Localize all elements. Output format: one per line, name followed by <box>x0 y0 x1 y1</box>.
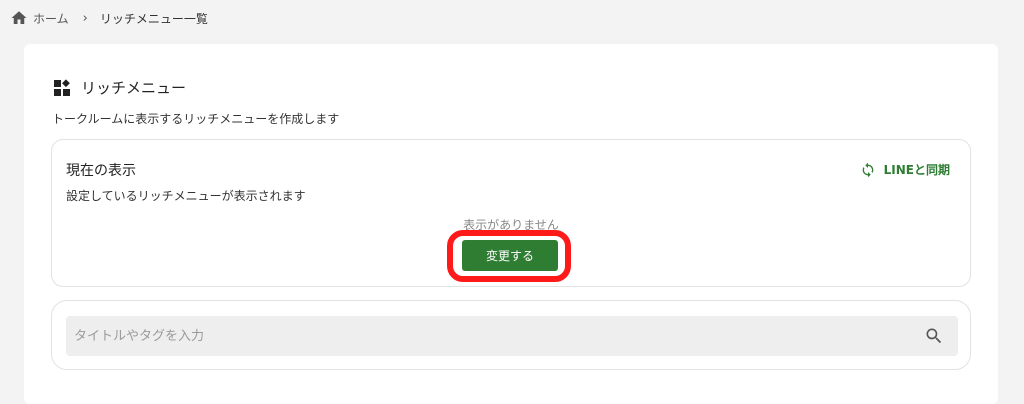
section-description: トークルームに表示するリッチメニューを作成します <box>52 112 340 126</box>
search-box <box>66 316 958 356</box>
breadcrumb: ホーム › リッチメニュー一覧 <box>10 8 208 28</box>
breadcrumb-home-link[interactable]: ホーム <box>33 10 69 27</box>
sync-with-line-button[interactable]: LINEと同期 <box>860 161 950 178</box>
breadcrumb-separator: › <box>82 10 88 26</box>
search-input[interactable] <box>66 316 924 356</box>
search-panel <box>51 300 971 370</box>
current-display-description: 設定しているリッチメニューが表示されます <box>66 189 306 203</box>
breadcrumb-current: リッチメニュー一覧 <box>99 11 208 26</box>
main-card: リッチメニュー トークルームに表示するリッチメニューを作成します 現在の表示 設… <box>24 44 998 404</box>
sync-label: LINEと同期 <box>883 163 950 177</box>
current-display-title: 現在の表示 <box>66 163 136 179</box>
current-display-panel: 現在の表示 設定しているリッチメニューが表示されます LINEと同期 表示があり… <box>51 139 971 287</box>
home-icon[interactable] <box>10 9 28 27</box>
sync-icon <box>860 162 876 178</box>
page-title: リッチメニュー <box>81 79 187 97</box>
search-icon[interactable] <box>924 326 944 346</box>
change-button[interactable]: 変更する <box>462 240 558 271</box>
section-header: リッチメニュー <box>53 77 186 98</box>
widgets-icon <box>53 78 71 97</box>
